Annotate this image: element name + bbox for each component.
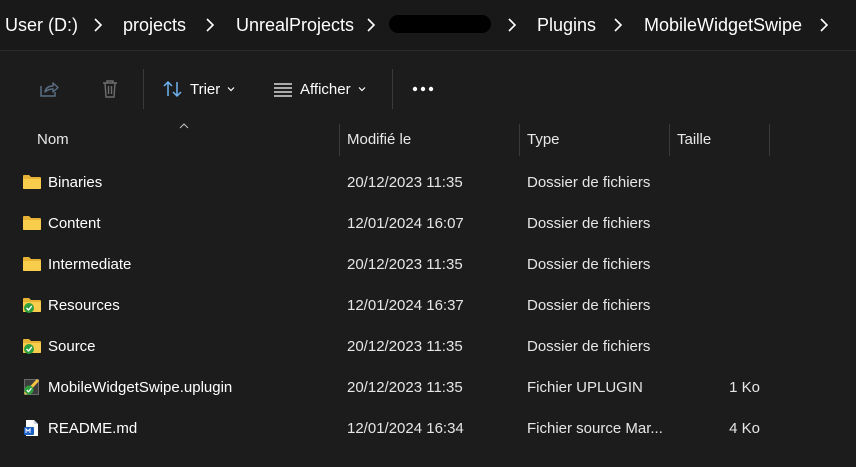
file-type: Fichier UPLUGIN <box>527 379 643 396</box>
column-divider[interactable] <box>669 124 670 156</box>
file-type: Dossier de fichiers <box>527 256 651 273</box>
sort-icon <box>163 80 182 98</box>
file-size <box>680 285 760 326</box>
file-modified: 12/01/2024 16:37 <box>347 297 464 314</box>
file-row[interactable]: MobileWidgetSwipe.uplugin 20/12/2023 11:… <box>0 367 856 408</box>
file-type: Dossier de fichiers <box>527 215 651 232</box>
share-icon[interactable] <box>38 78 60 100</box>
column-header-modified[interactable]: Modifié le <box>347 124 411 156</box>
breadcrumb-redacted-segment[interactable] <box>389 15 491 33</box>
file-type: Dossier de fichiers <box>527 338 651 355</box>
sort-ascending-icon <box>179 123 189 129</box>
breadcrumb-unrealprojects[interactable]: UnrealProjects <box>236 13 354 37</box>
chevron-down-icon <box>358 87 366 92</box>
file-modified: 20/12/2023 11:35 <box>347 379 463 396</box>
file-size <box>680 203 760 244</box>
file-name: README.md <box>48 420 138 437</box>
file-size <box>680 162 760 203</box>
file-name: Resources <box>48 297 120 314</box>
delete-icon[interactable] <box>99 78 121 100</box>
address-breadcrumb: User (D:) projects UnrealProjects Plugin… <box>0 0 856 51</box>
file-name: Intermediate <box>48 256 132 273</box>
file-size <box>680 326 760 367</box>
file-modified: 12/01/2024 16:07 <box>347 215 464 232</box>
file-row[interactable]: Binaries 20/12/2023 11:35 Dossier de fic… <box>0 162 856 203</box>
chevron-right-icon[interactable] <box>91 14 105 36</box>
chevron-right-icon[interactable] <box>505 14 519 36</box>
toolbar-separator <box>143 69 144 109</box>
file-row[interactable]: Resources 12/01/2024 16:37 Dossier de fi… <box>0 285 856 326</box>
column-header-size[interactable]: Taille <box>677 124 711 156</box>
breadcrumb-current-folder[interactable]: MobileWidgetSwipe <box>644 13 802 37</box>
uplugin-file-icon <box>22 378 42 396</box>
file-size <box>680 244 760 285</box>
view-button[interactable]: Afficher <box>272 73 367 105</box>
more-options-icon[interactable] <box>410 83 436 95</box>
chevron-right-icon[interactable] <box>364 14 378 36</box>
breadcrumb-drive[interactable]: User (D:) <box>5 13 78 37</box>
toolbar-separator <box>392 69 393 109</box>
chevron-right-icon[interactable] <box>817 14 831 36</box>
file-modified: 20/12/2023 11:35 <box>347 256 463 273</box>
file-row[interactable]: Content 12/01/2024 16:07 Dossier de fich… <box>0 203 856 244</box>
view-list-icon <box>274 83 292 97</box>
file-row[interactable]: Intermediate 20/12/2023 11:35 Dossier de… <box>0 244 856 285</box>
file-type: Dossier de fichiers <box>527 174 651 191</box>
file-modified: 20/12/2023 11:35 <box>347 174 463 191</box>
breadcrumb-projects[interactable]: projects <box>123 13 186 37</box>
breadcrumb-plugins[interactable]: Plugins <box>537 13 596 37</box>
file-name: MobileWidgetSwipe.uplugin <box>48 379 233 396</box>
column-header-bar: Nom Modifié le Type Taille <box>0 123 856 156</box>
file-size: 1 Ko <box>729 379 760 396</box>
file-type: Fichier source Mar... <box>527 420 662 437</box>
file-modified: 20/12/2023 11:35 <box>347 338 463 355</box>
column-divider[interactable] <box>519 124 520 156</box>
column-header-name[interactable]: Nom <box>37 124 69 156</box>
command-bar: Trier Afficher <box>0 51 856 125</box>
file-name: Binaries <box>48 174 103 191</box>
chevron-right-icon[interactable] <box>203 14 217 36</box>
file-name: Content <box>48 215 101 232</box>
file-row[interactable]: README.md 12/01/2024 16:34 Fichier sourc… <box>0 408 856 449</box>
sort-button[interactable]: Trier <box>162 73 236 105</box>
chevron-down-icon <box>227 87 235 92</box>
folder-sync-icon <box>22 337 42 355</box>
file-row[interactable]: Source 20/12/2023 11:35 Dossier de fichi… <box>0 326 856 367</box>
file-name: Source <box>48 338 96 355</box>
file-size: 4 Ko <box>729 420 760 437</box>
folder-icon <box>22 255 42 273</box>
column-header-type[interactable]: Type <box>527 124 560 156</box>
view-label: Afficher <box>300 80 351 98</box>
folder-icon <box>22 173 42 191</box>
column-divider[interactable] <box>769 124 770 156</box>
sort-label: Trier <box>190 80 221 98</box>
folder-sync-icon <box>22 296 42 314</box>
file-type: Dossier de fichiers <box>527 297 651 314</box>
column-divider[interactable] <box>339 124 340 156</box>
chevron-right-icon[interactable] <box>611 14 625 36</box>
markdown-file-icon <box>22 419 42 437</box>
file-modified: 12/01/2024 16:34 <box>347 420 464 437</box>
folder-icon <box>22 214 42 232</box>
